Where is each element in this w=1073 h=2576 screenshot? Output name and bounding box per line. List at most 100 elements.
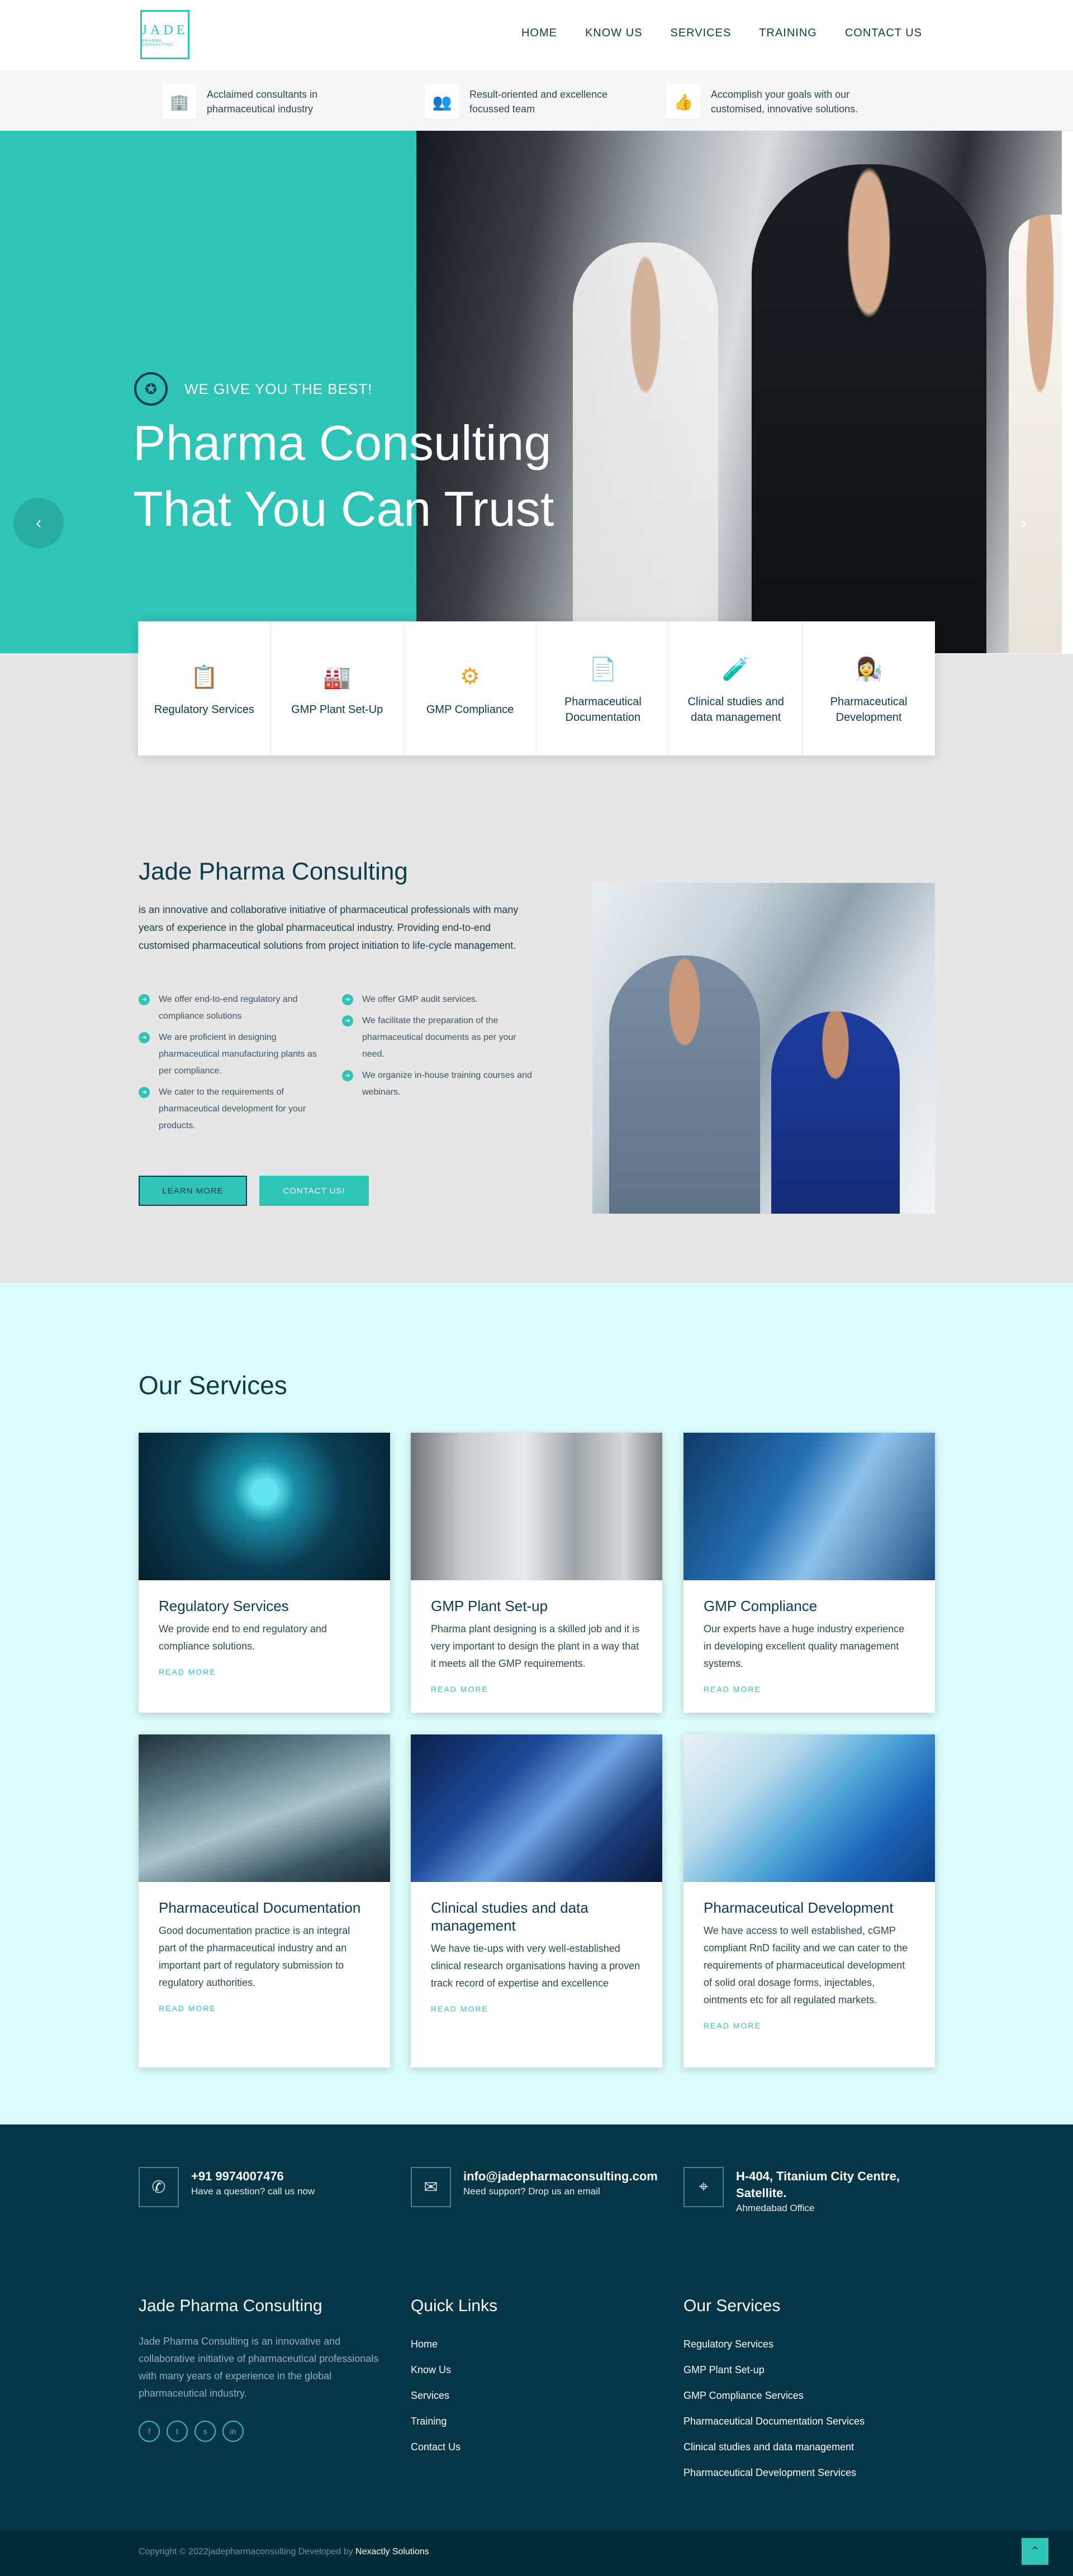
service-card: Pharmaceutical Development We have access… (683, 1734, 935, 2068)
read-more-link[interactable]: READ MORE (431, 2004, 642, 2013)
footer-link[interactable]: Home (411, 2331, 460, 2357)
chevron-up-icon: ⌃ (1029, 2544, 1041, 2558)
service-text: Pharma plant designing is a skilled job … (431, 1623, 640, 1669)
service-text: Our experts have a huge industry experie… (704, 1623, 905, 1669)
footer-link[interactable]: GMP Plant Set-up (683, 2357, 865, 2383)
hero-subtitle: ✪ WE GIVE YOU THE BEST! (134, 372, 372, 406)
footer-about-title: Jade Pharma Consulting (139, 2297, 322, 2315)
slider-prev-button[interactable]: ‹ (13, 498, 64, 548)
footer-services-title: Our Services (683, 2297, 781, 2315)
footer-bottom-bar: Copyright © 2022jadepharmaconsulting Dev… (0, 2530, 1073, 2576)
footer-link[interactable]: Services (411, 2383, 460, 2408)
hero-title-line: That You Can Trust (133, 481, 554, 536)
scientist-icon: 👩‍🔬 (854, 657, 883, 682)
about-person (771, 1011, 900, 1214)
footer-link[interactable]: Pharmaceutical Development Services (683, 2460, 865, 2485)
footer-link[interactable]: Regulatory Services (683, 2331, 865, 2357)
logo-text: JADE (141, 22, 188, 37)
quick-service-card[interactable]: ⚙ GMP Compliance (404, 621, 537, 755)
team-icon: 👥 (425, 84, 459, 119)
read-more-link[interactable]: READ MORE (159, 2004, 370, 2013)
chevron-right-icon: › (1020, 514, 1026, 532)
learn-more-button[interactable]: LEARN MORE (139, 1176, 247, 1206)
contact-email[interactable]: ✉ info@jadepharmaconsulting.com Need supp… (411, 2167, 658, 2207)
contact-phone[interactable]: ✆ +91 9974007476 Have a question? call us… (139, 2167, 315, 2207)
contact-address-sub: Ahmedabad Office (736, 2203, 815, 2213)
about-intro: is an innovative and collaborative initi… (139, 904, 519, 951)
twitter-icon[interactable]: t (167, 2421, 188, 2442)
read-more-link[interactable]: READ MORE (159, 1667, 370, 1676)
nav-home[interactable]: HOME (521, 27, 557, 40)
quick-service-card[interactable]: 🧪 Clinical studies and data management (670, 621, 803, 755)
feature-text: Acclaimed consultants in pharmaceutical … (207, 89, 318, 115)
developer-link[interactable]: Nexactly Solutions (355, 2547, 429, 2556)
footer-about-text: Jade Pharma Consulting is an innovative … (139, 2336, 379, 2399)
hero-person (573, 243, 718, 653)
feature-text: Result-oriented and excellence focussed … (469, 89, 608, 115)
footer-links-title: Quick Links (411, 2297, 498, 2315)
footer-link[interactable]: Pharmaceutical Documentation Services (683, 2408, 865, 2434)
service-card: Pharmaceutical Documentation Good documen… (139, 1734, 390, 2068)
gear-icon: ⚙ (460, 664, 480, 689)
service-title: Regulatory Services (159, 1598, 289, 1614)
about-list-left: We offer end-to-end regulatory and compl… (139, 991, 329, 1139)
quick-service-card[interactable]: 📋 Regulatory Services (138, 621, 271, 755)
nav-contact-us[interactable]: CONTACT US (845, 27, 922, 40)
service-image (139, 1433, 390, 1580)
facebook-icon[interactable]: f (139, 2421, 160, 2442)
service-title: Pharmaceutical Development (704, 1899, 894, 1916)
award-icon: ✪ (134, 372, 168, 406)
quick-service-label: Regulatory Services (154, 704, 254, 716)
service-image (411, 1433, 662, 1580)
list-item: We cater to the requirements of pharmace… (139, 1084, 329, 1134)
contact-phone-number: +91 9974007476 (191, 2169, 284, 2183)
quick-service-card[interactable]: 🏭 GMP Plant Set-Up (271, 621, 404, 755)
nav-services[interactable]: SERVICES (671, 27, 732, 40)
contact-email-address: info@jadepharmaconsulting.com (463, 2169, 658, 2183)
service-text: We provide end to end regulatory and com… (159, 1623, 327, 1652)
contact-us-button[interactable]: CONTACT US! (259, 1176, 369, 1206)
read-more-link[interactable]: READ MORE (704, 1685, 915, 1694)
quick-service-label: GMP Compliance (426, 704, 514, 716)
logo-tagline: PHARMA CONSULTING (142, 39, 173, 47)
regulatory-icon: 📋 (190, 664, 219, 690)
footer-link[interactable]: Training (411, 2408, 460, 2434)
about-person (609, 956, 760, 1214)
feature-item: 🏢 Acclaimed consultants in pharmaceutica… (162, 84, 346, 119)
feature-item: 👥 Result-oriented and excellence focusse… (425, 84, 609, 119)
nav-know-us[interactable]: KNOW US (585, 27, 643, 40)
footer-link[interactable]: Clinical studies and data management (683, 2434, 865, 2460)
hero-photo (416, 131, 1062, 653)
footer-link[interactable]: Know Us (411, 2357, 460, 2383)
service-title: GMP Plant Set-up (431, 1598, 548, 1614)
service-text: Good documentation practice is an integr… (159, 1925, 350, 1988)
site-header: JADE PHARMA CONSULTING HOME KNOW US SERV… (0, 0, 1073, 72)
list-item: We offer end-to-end regulatory and compl… (139, 991, 329, 1025)
read-more-link[interactable]: READ MORE (431, 1685, 642, 1694)
building-icon: 🏢 (162, 84, 197, 119)
service-text: We have tie-ups with very well-establish… (431, 1943, 640, 1989)
contact-phone-sub: Have a question? call us now (191, 2186, 315, 2197)
skype-icon[interactable]: s (194, 2421, 216, 2442)
site-logo[interactable]: JADE PHARMA CONSULTING (140, 10, 189, 59)
list-item: We offer GMP audit services. (342, 991, 532, 1008)
about-list-right: We offer GMP audit services. We facilita… (342, 991, 532, 1105)
back-to-top-button[interactable]: ⌃ (1022, 2538, 1048, 2565)
list-item: We facilitate the preparation of the pha… (342, 1013, 532, 1063)
footer-link[interactable]: Contact Us (411, 2434, 460, 2460)
slider-next-button[interactable]: › (998, 498, 1048, 548)
feature-item: 👍 Accomplish your goals with our customi… (666, 84, 879, 119)
quick-services-row: 📋 Regulatory Services 🏭 GMP Plant Set-Up ⚙… (138, 621, 935, 755)
social-links: f t s in (139, 2421, 244, 2442)
hero-person (1009, 215, 1062, 653)
hero-title-line: Pharma Consulting (133, 415, 552, 470)
read-more-link[interactable]: READ MORE (704, 2021, 915, 2030)
hero-slider: ✪ WE GIVE YOU THE BEST! Pharma Consultin… (0, 131, 1062, 653)
quick-service-card[interactable]: 👩‍🔬 Pharmaceutical Development (803, 621, 935, 755)
quick-service-card[interactable]: 📄 Pharmaceutical Documentation (536, 621, 670, 755)
nav-training[interactable]: TRAINING (759, 27, 817, 40)
footer-link[interactable]: GMP Compliance Services (683, 2383, 865, 2408)
about-title: Jade Pharma Consulting (139, 858, 408, 885)
linkedin-icon[interactable]: in (222, 2421, 244, 2442)
location-pin-icon: ⌖ (683, 2167, 724, 2207)
